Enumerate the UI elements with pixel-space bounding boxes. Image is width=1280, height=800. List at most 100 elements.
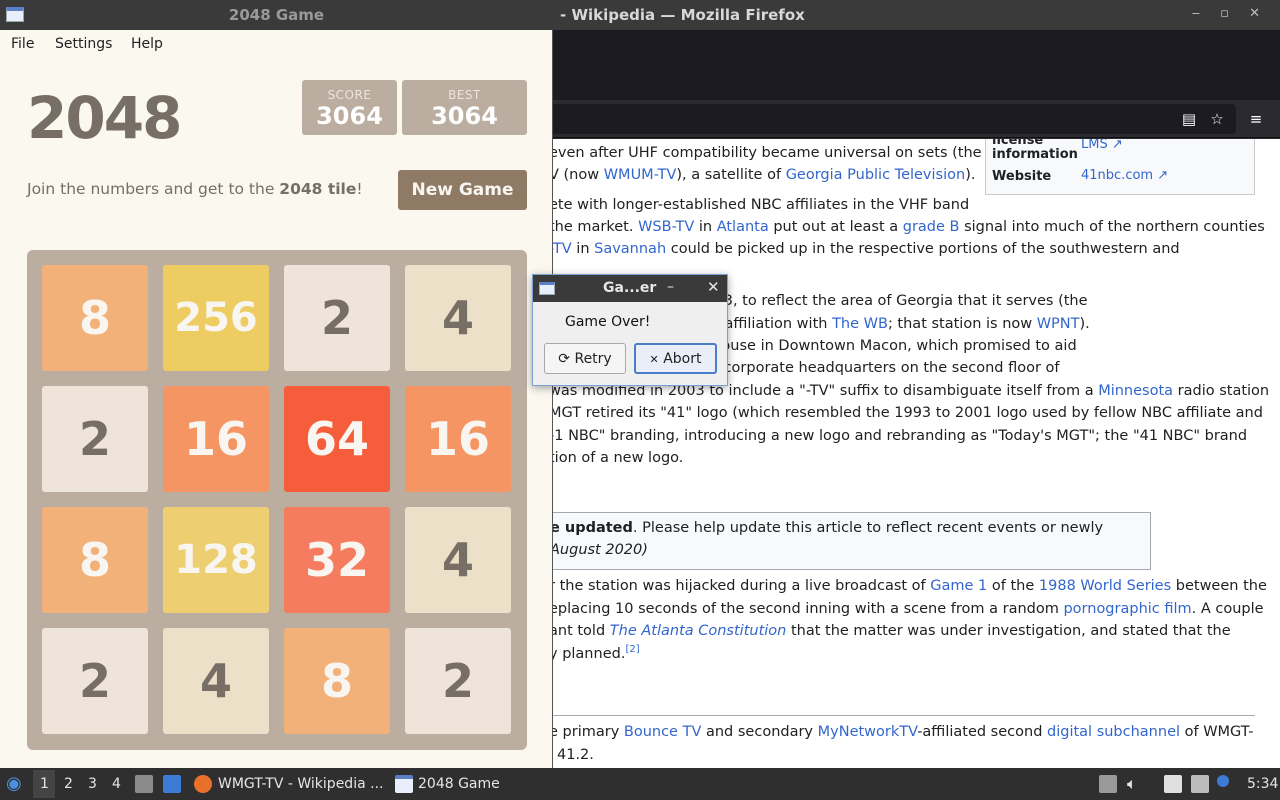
close-icon[interactable]: ✕ [707, 278, 720, 296]
infobox-license-key: license information [992, 139, 1078, 162]
link-savannah[interactable]: Savannah [594, 241, 666, 257]
minimize-icon[interactable]: – [667, 279, 674, 295]
volume-icon[interactable]: 🔈︎ [1127, 774, 1137, 794]
new-game-button[interactable]: New Game [398, 170, 527, 210]
menu-help[interactable]: Help [131, 36, 163, 52]
article-line: ant told The Atlanta Constitution that t… [553, 623, 1231, 639]
game-board[interactable]: 8 256 2 4 2 16 64 16 8 128 32 4 2 4 8 2 [27, 250, 527, 750]
firefox-window-title: - Wikipedia — Mozilla Firefox [560, 6, 805, 24]
article-line: r the station was hijacked during a live… [553, 578, 1267, 594]
article-line: -TV in Savannah could be picked up in th… [553, 238, 1180, 261]
article-line: y planned.[2] [553, 644, 640, 662]
firefox-tab-strip [553, 30, 1280, 100]
link-atlanta[interactable]: Atlanta [717, 219, 769, 235]
bookmark-star-icon[interactable]: ☆ [1208, 110, 1226, 128]
dialog-app-icon [539, 282, 555, 295]
firefox-icon [194, 775, 212, 793]
link-atlanta-constitution[interactable]: The Atlanta Constitution [610, 623, 787, 639]
article-line: V (now WMUM-TV), a satellite of Georgia … [553, 167, 976, 183]
dialog-titlebar: Ga...er – ✕ [533, 275, 727, 302]
notes-icon[interactable] [1164, 775, 1182, 793]
intro-text: Join the numbers and get to the 2048 til… [27, 180, 363, 198]
start-menu-icon[interactable]: ◉ [6, 773, 22, 794]
retry-button[interactable]: ⟳ Retry [544, 343, 626, 374]
clipboard-icon[interactable] [1099, 775, 1117, 793]
score-label: SCORE [327, 88, 372, 102]
menu-settings[interactable]: Settings [55, 36, 112, 52]
abort-button[interactable]: ✕ Abort [634, 343, 717, 374]
article-line: tion of a new logo. [553, 450, 684, 466]
best-box: BEST 3064 [402, 80, 527, 135]
tile-4: 4 [163, 628, 269, 734]
tile-2: 2 [42, 628, 148, 734]
article-line: ete with longer-established NBC affiliat… [553, 197, 970, 213]
tile-8: 8 [284, 628, 390, 734]
link-minnesota[interactable]: Minnesota [1098, 383, 1173, 399]
menubar: File Settings Help [0, 30, 552, 60]
firefox-window-controls[interactable]: ‒ ▫ ✕ [1192, 6, 1268, 21]
notice-text: e updated. Please help update this artic… [553, 520, 1104, 536]
best-value: 3064 [431, 102, 498, 130]
dialog-title: Ga...er [603, 280, 657, 296]
task-2048-game[interactable]: 2048 Game [418, 776, 500, 792]
link-pornographic-film[interactable]: pornographic film [1063, 601, 1191, 617]
game-window: File Settings Help 2048 SCORE 3064 BEST … [0, 30, 553, 768]
link-wsb-tv[interactable]: WSB-TV [638, 219, 694, 235]
article-line: -1 NBC" branding, introducing a new logo… [553, 428, 1248, 444]
task-firefox[interactable]: WMGT-TV - Wikipedia ... [218, 776, 383, 792]
link-wmum-tv[interactable]: WMUM-TV [604, 167, 677, 183]
article-line: 41.2. [557, 747, 594, 763]
network-icon[interactable] [1191, 775, 1209, 793]
x-icon: ✕ [649, 352, 659, 366]
article-line: even after UHF compatibility became univ… [553, 145, 982, 161]
article-line: MGT retired its "41" logo (which resembl… [553, 405, 1263, 421]
infobox: license information LMS ↗ Website 41nbc.… [985, 139, 1255, 195]
link-tv[interactable]: -TV [553, 241, 572, 257]
link-grade-b[interactable]: grade B [903, 219, 960, 235]
workspace-4[interactable]: 4 [112, 776, 121, 792]
desktop-icon[interactable] [163, 775, 181, 793]
tile-128: 128 [163, 507, 269, 613]
section-divider [553, 715, 1255, 716]
game-task-icon [395, 775, 413, 793]
wikipedia-page: license information LMS ↗ Website 41nbc.… [553, 139, 1280, 768]
link-wpnt[interactable]: WPNT [1037, 316, 1080, 332]
menu-file[interactable]: File [11, 36, 34, 52]
article-line: eplacing 10 seconds of the second inning… [553, 601, 1264, 617]
dialog-message: Game Over! [565, 314, 651, 330]
file-manager-icon[interactable] [135, 775, 153, 793]
clock[interactable]: 5:34 [1247, 776, 1278, 792]
game-window-titlebar: 2048 Game [0, 0, 553, 30]
infobox-website-key: Website [992, 169, 1052, 184]
link-mynetworktv[interactable]: MyNetworkTV [818, 724, 918, 740]
update-notice-box: e updated. Please help update this artic… [553, 512, 1151, 570]
tile-32: 32 [284, 507, 390, 613]
workspace-2[interactable]: 2 [64, 776, 73, 792]
tile-2: 2 [42, 386, 148, 492]
game-window-title: 2048 Game [228, 6, 325, 24]
infobox-website-link[interactable]: 41nbc.com ↗ [1081, 165, 1168, 188]
link-1988-world-series[interactable]: 1988 World Series [1039, 578, 1171, 594]
link-bounce-tv[interactable]: Bounce TV [624, 724, 701, 740]
workspace-3[interactable]: 3 [88, 776, 97, 792]
tile-2: 2 [405, 628, 511, 734]
notification-icon[interactable] [1217, 775, 1229, 787]
url-bar[interactable] [553, 104, 1236, 134]
tile-256: 256 [163, 265, 269, 371]
citation-link[interactable]: [2] [625, 644, 639, 655]
workspace-1[interactable]: 1 [40, 776, 49, 792]
infobox-license-link[interactable]: LMS ↗ [1081, 139, 1123, 157]
link-the-wb[interactable]: The WB [832, 316, 888, 332]
hamburger-menu-icon[interactable]: ≡ [1247, 110, 1265, 128]
reader-view-icon[interactable]: ▤ [1180, 110, 1198, 128]
best-label: BEST [448, 88, 481, 102]
link-digital-subchannel[interactable]: digital subchannel [1047, 724, 1180, 740]
tile-16: 16 [163, 386, 269, 492]
tile-64: 64 [284, 386, 390, 492]
game-over-dialog: Ga...er – ✕ Game Over! ⟳ Retry ✕ Abort [532, 274, 728, 386]
link-game-1[interactable]: Game 1 [930, 578, 987, 594]
tile-16: 16 [405, 386, 511, 492]
tile-2: 2 [284, 265, 390, 371]
link-georgia-public-tv[interactable]: Georgia Public Television [786, 167, 966, 183]
refresh-icon: ⟳ [558, 350, 571, 367]
